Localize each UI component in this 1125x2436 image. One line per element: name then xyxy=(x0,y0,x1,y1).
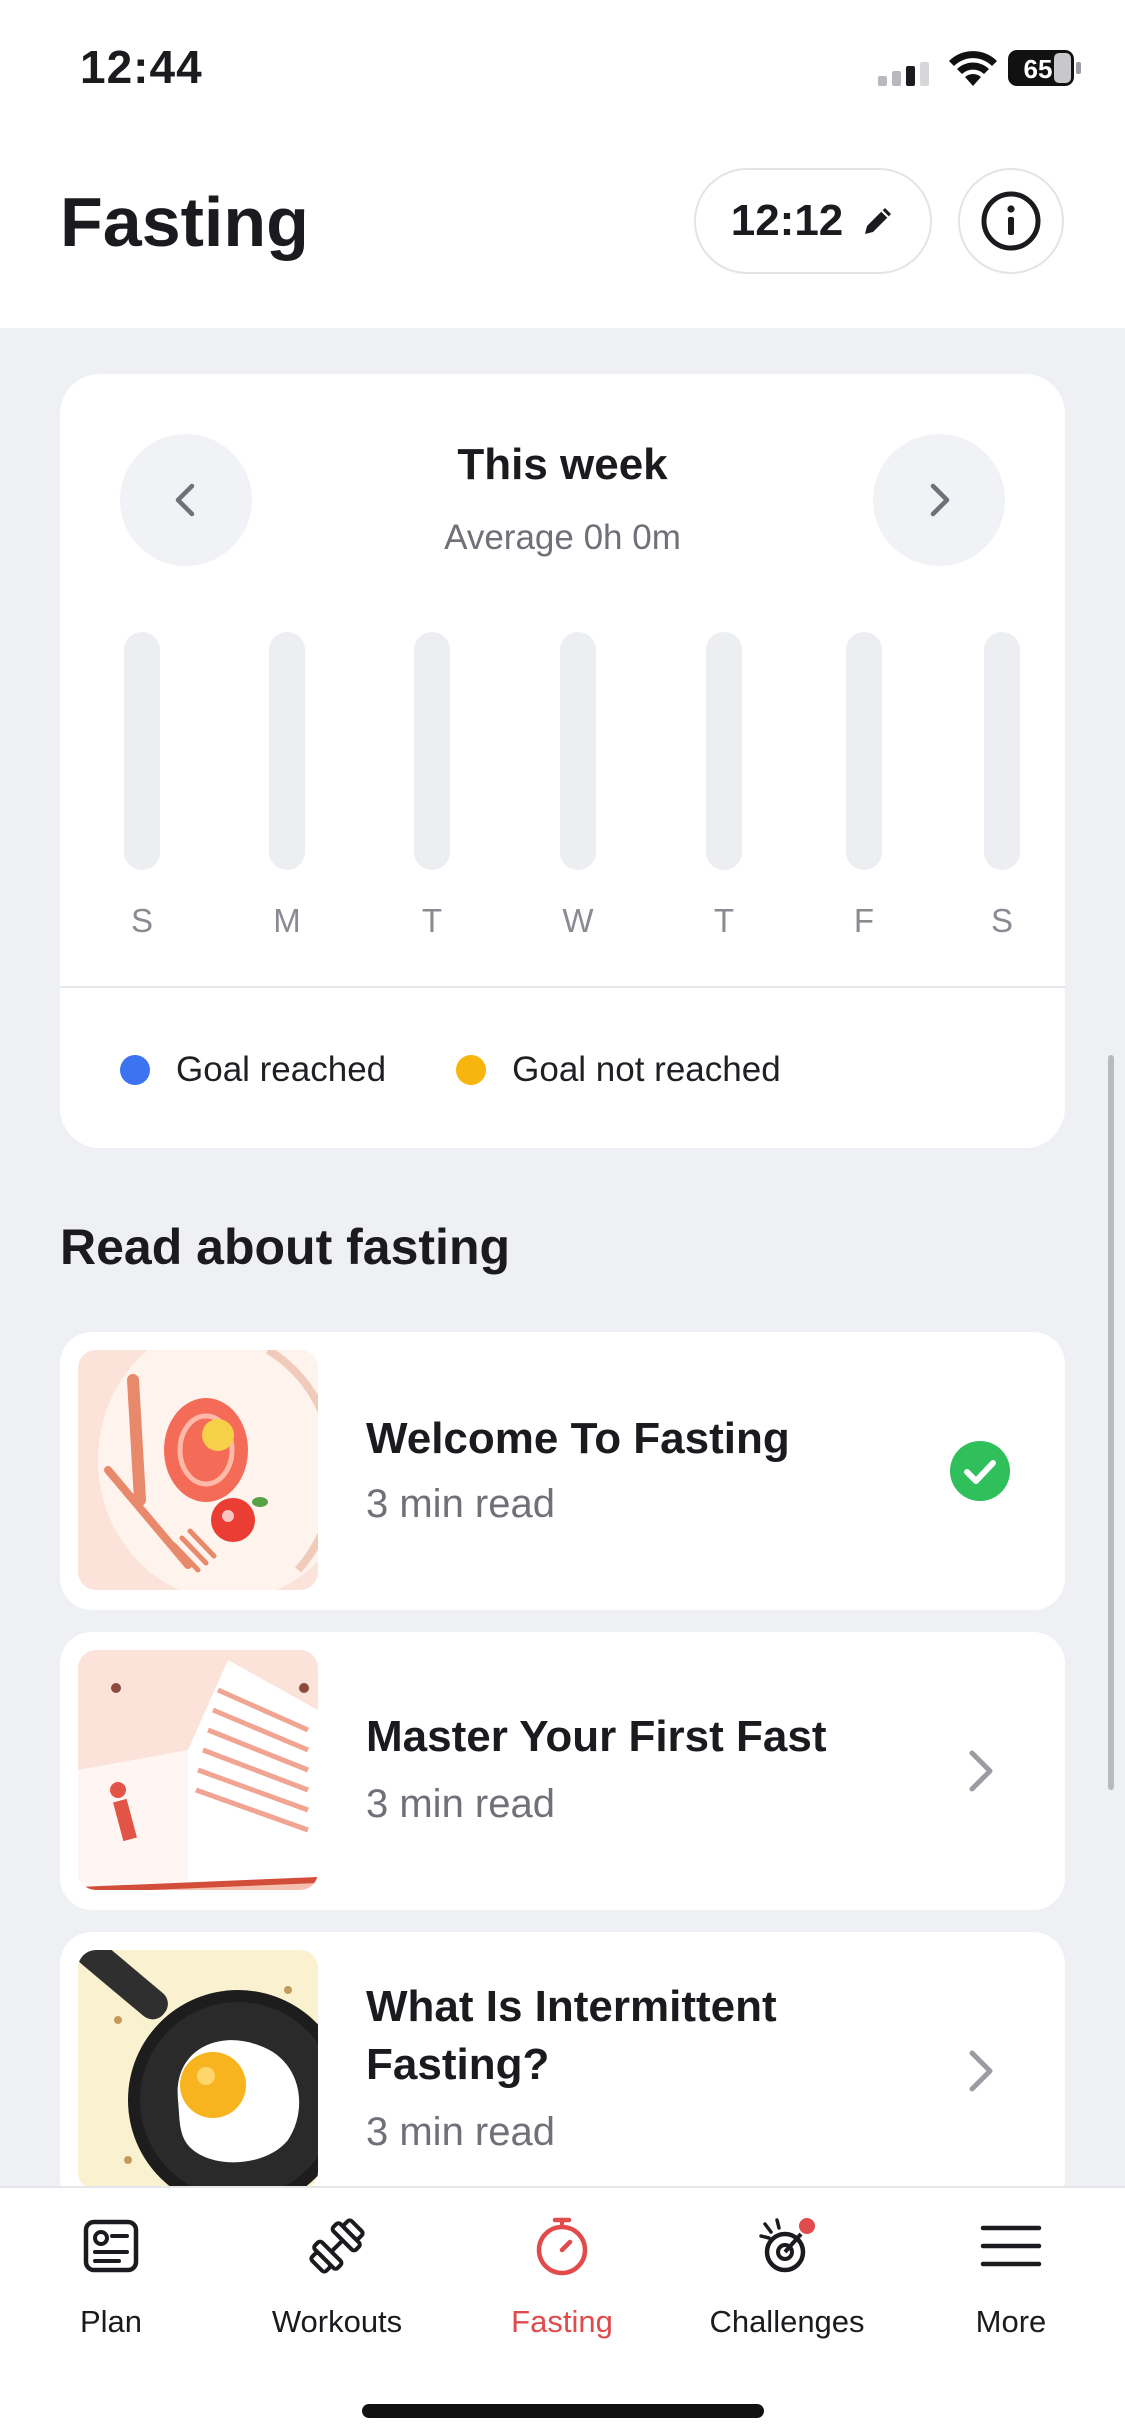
goal-not-reached-dot xyxy=(456,1055,487,1085)
menu-icon xyxy=(980,2225,1042,2267)
day-bar xyxy=(269,632,305,870)
day-column[interactable]: T xyxy=(402,632,462,952)
info-icon xyxy=(981,191,1041,251)
tab-plan[interactable]: Plan xyxy=(11,2214,211,2340)
day-column[interactable]: W xyxy=(548,632,608,952)
day-label: T xyxy=(713,902,735,939)
info-button[interactable] xyxy=(958,168,1064,274)
article-read-time: 3 min read xyxy=(366,1482,555,1526)
article-read-time: 3 min read xyxy=(366,2110,555,2154)
notification-badge xyxy=(799,2218,815,2234)
challenges-icon xyxy=(759,2218,815,2273)
next-week-button[interactable] xyxy=(873,434,1005,566)
article-thumbnail xyxy=(78,1650,318,1890)
day-column[interactable]: F xyxy=(834,632,894,952)
article-thumbnail xyxy=(78,1950,318,2186)
tab-challenges[interactable]: Challenges xyxy=(687,2214,887,2340)
article-read-time: 3 min read xyxy=(366,1782,555,1826)
chevron-right-icon xyxy=(930,483,950,517)
home-indicator[interactable] xyxy=(362,2404,764,2418)
day-column[interactable]: S xyxy=(972,632,1032,952)
article-title: Master Your First Fast xyxy=(366,1712,827,1761)
legend-goal-not-reached: Goal not reached xyxy=(456,1050,781,1090)
tab-workouts[interactable]: Workouts xyxy=(237,2214,437,2340)
day-label: T xyxy=(421,902,443,939)
salmon-plate-illustration xyxy=(98,1350,318,1590)
chevron-right-icon xyxy=(969,1750,993,1792)
day-column[interactable]: M xyxy=(257,632,317,952)
status-time: 12:44 xyxy=(80,41,203,93)
day-bar xyxy=(414,632,450,870)
tab-label: Challenges xyxy=(709,2304,865,2339)
cellular-signal-icon xyxy=(878,62,929,86)
battery-level: 65 xyxy=(1024,54,1053,84)
article-thumbnail xyxy=(78,1350,318,1590)
day-label: S xyxy=(130,902,153,939)
article-card-first-fast[interactable]: Master Your First Fast 3 min read xyxy=(60,1632,1065,1910)
fried-egg-illustration xyxy=(78,1950,318,2186)
divider xyxy=(60,986,1065,988)
day-label: M xyxy=(273,902,301,939)
tab-label: Workouts xyxy=(271,2304,403,2339)
weekly-fasting-bars: S M T W T F S xyxy=(112,632,1022,952)
legend-label: Goal reached xyxy=(176,1050,387,1089)
day-bar xyxy=(984,632,1020,870)
page-title: Fasting xyxy=(60,183,309,261)
article-title-line: What Is Intermittent xyxy=(366,1982,777,2031)
fasting-schedule-button[interactable]: 12:12 xyxy=(694,168,932,274)
day-label: F xyxy=(853,902,875,939)
tab-label: Fasting xyxy=(511,2304,613,2339)
tab-label: Plan xyxy=(79,2304,143,2339)
article-card-intermittent-fasting[interactable]: What Is Intermittent Fasting? 3 min read xyxy=(60,1932,1065,2186)
day-label: W xyxy=(562,902,594,939)
day-column[interactable]: T xyxy=(694,632,754,952)
plan-icon xyxy=(83,2219,139,2273)
article-title: Welcome To Fasting xyxy=(366,1414,790,1463)
article-card-welcome[interactable]: Welcome To Fasting 3 min read xyxy=(60,1332,1065,1610)
legend-goal-reached: Goal reached xyxy=(120,1050,386,1090)
pencil-icon xyxy=(865,208,892,234)
weekly-summary-card: This week Average 0h 0m S M T W T F S Go… xyxy=(60,374,1065,1148)
tab-label: More xyxy=(975,2304,1047,2339)
goal-reached-dot xyxy=(120,1055,150,1085)
stopwatch-icon xyxy=(536,2217,588,2276)
section-title: Read about fasting xyxy=(60,1219,511,1275)
day-bar xyxy=(124,632,160,870)
day-label: S xyxy=(990,902,1013,939)
status-bar: 12:44 65 xyxy=(0,0,1125,140)
tab-more[interactable]: More xyxy=(911,2214,1111,2340)
fasting-content[interactable]: This week Average 0h 0m S M T W T F S Go… xyxy=(0,328,1125,2186)
chevron-right-icon xyxy=(969,2050,993,2092)
day-bar xyxy=(706,632,742,870)
page-header: Fasting 12:12 xyxy=(0,140,1125,328)
check-circle-icon xyxy=(950,1441,1010,1501)
wifi-icon xyxy=(949,51,997,86)
open-book-illustration xyxy=(78,1660,318,1890)
day-bar xyxy=(846,632,882,870)
legend-label: Goal not reached xyxy=(512,1050,781,1089)
tab-fasting[interactable]: Fasting xyxy=(462,2214,662,2340)
battery-icon: 65 xyxy=(1008,50,1082,86)
scroll-indicator[interactable] xyxy=(1108,1055,1114,1790)
fasting-schedule-label: 12:12 xyxy=(730,196,844,245)
legend: Goal reached Goal not reached xyxy=(120,1050,851,1090)
article-title-line: Fasting? xyxy=(366,2040,550,2089)
day-bar xyxy=(560,632,596,870)
article-title: What Is Intermittent Fasting? xyxy=(366,1978,926,2094)
dumbbell-icon xyxy=(309,2218,365,2274)
day-column[interactable]: S xyxy=(112,632,172,952)
bottom-tab-bar: Plan Workouts Fasting Challenges More xyxy=(0,2186,1125,2436)
